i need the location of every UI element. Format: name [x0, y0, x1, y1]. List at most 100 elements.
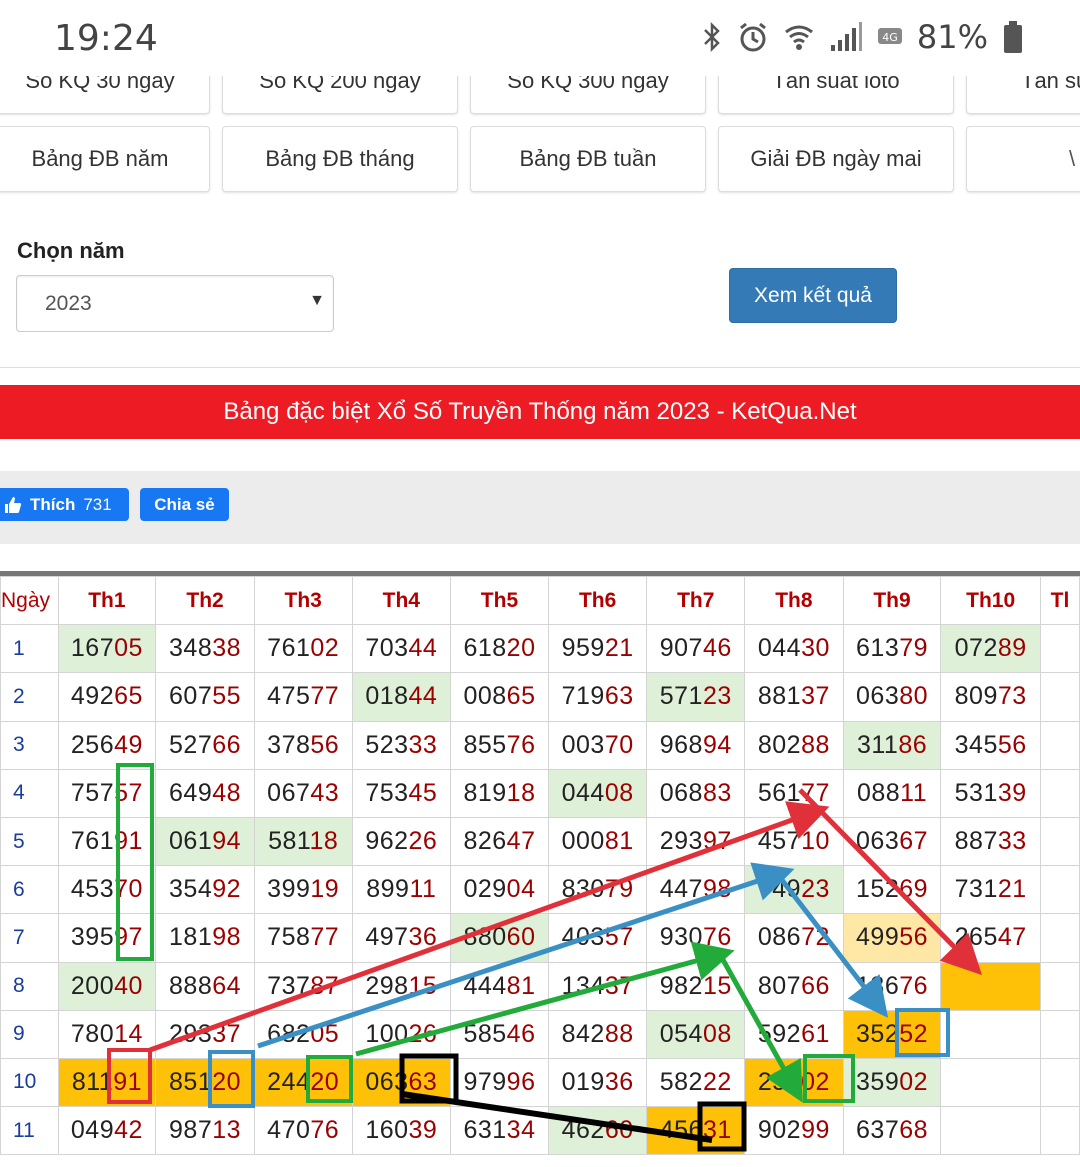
result-cell: 85120: [155, 1057, 255, 1108]
btn-db-tomorrow[interactable]: Giải ĐB ngày mai: [718, 126, 954, 192]
result-cell: 63134: [450, 1106, 549, 1156]
result-cell: 60755: [155, 672, 255, 722]
year-label: Chọn năm: [17, 238, 125, 263]
status-bar-front: 19:24 4G 81%: [0, 0, 1080, 76]
result-cell: 06883: [646, 768, 746, 818]
result-cell: 85576: [450, 720, 549, 770]
result-cell: 04408: [547, 768, 648, 818]
facebook-like-button[interactable]: Thích 731: [0, 488, 129, 521]
result-cell: 44798: [646, 865, 746, 915]
result-cell: 47076: [253, 1106, 353, 1156]
result-cell: 26547: [940, 913, 1041, 963]
result-cell: 01844: [351, 672, 452, 722]
result-cell: [940, 1009, 1041, 1059]
social-bar: Thích 731 Chia sẻ: [0, 471, 1080, 544]
header-month: Th7: [646, 575, 746, 626]
result-cell: 98713: [155, 1106, 255, 1156]
header-month: Th6: [547, 575, 648, 626]
result-cell: 45710: [744, 816, 844, 867]
result-cell: 02904: [450, 865, 549, 915]
btn-db-month[interactable]: Bảng ĐB tháng: [222, 126, 458, 192]
clock-front: 19:24: [54, 18, 158, 59]
result-cell: 05408: [646, 1009, 746, 1059]
day-number: 5: [0, 816, 59, 867]
result-cell: [1039, 768, 1080, 818]
result-cell: 70344: [351, 624, 452, 674]
header-month: Th8: [744, 575, 844, 626]
result-cell: 40357: [547, 913, 648, 963]
svg-text:4G: 4G: [882, 31, 898, 44]
table-header-row: Ngày Th1 Th2 Th3 Th4 Th5 Th6 Th7 Th8 Th9 Th10 Tl: [0, 575, 1080, 626]
header-month: Th4: [351, 575, 452, 626]
facebook-share-button[interactable]: Chia sẻ: [140, 488, 229, 521]
result-cell: 37856: [253, 720, 353, 770]
result-cell: 08811: [842, 768, 942, 818]
wifi-icon: [784, 25, 813, 50]
section-divider: [0, 367, 1080, 368]
btn-more[interactable]: \: [966, 126, 1080, 192]
thumbs-up-icon: [5, 496, 22, 513]
result-cell: 01936: [547, 1057, 648, 1108]
table-row: 3 25649 52766 37856 52333 85576 00370 96894 8028…: [0, 720, 1080, 770]
result-cell: 58222: [646, 1057, 746, 1108]
page-title-banner: Bảng đặc biệt Xổ Số Truyền Thống năm 202…: [0, 385, 1080, 439]
result-cell: 04942: [57, 1106, 157, 1156]
result-cell: 58118: [253, 816, 353, 867]
result-cell: 76102: [253, 624, 353, 674]
battery-level-front: 81%: [916, 18, 988, 56]
result-cell: 25649: [57, 720, 157, 770]
result-cell: 88060: [450, 913, 549, 963]
result-cell: 61379: [842, 624, 942, 674]
result-cell: 97996: [450, 1057, 549, 1108]
header-month: Tl: [1039, 575, 1080, 626]
result-cell: 78014: [57, 1009, 157, 1059]
result-cell: 29337: [155, 1009, 255, 1059]
result-cell: 34838: [155, 624, 255, 674]
result-cell: 82647: [450, 816, 549, 867]
result-cell: 49736: [351, 913, 452, 963]
result-cell: 90746: [646, 624, 746, 674]
signal-icon: [830, 22, 862, 51]
result-cell: 88864: [155, 961, 255, 1011]
btn-db-year[interactable]: Bảng ĐB năm: [0, 126, 210, 192]
result-cell: 15269: [842, 865, 942, 915]
table-row: 9 78014 29337 68205 10026 58546 84288 05408 5926…: [0, 1009, 1080, 1059]
header-month: Th5: [450, 575, 549, 626]
result-cell: 35492: [155, 865, 255, 915]
result-cell: 96894: [646, 720, 746, 770]
result-cell: [940, 1057, 1041, 1108]
result-cell: 20040: [57, 961, 157, 1011]
day-number: 2: [0, 672, 59, 722]
result-cell: 45631: [646, 1106, 746, 1156]
result-cell: 16039: [351, 1106, 452, 1156]
day-number: 4: [0, 768, 59, 818]
result-cell: 84288: [547, 1009, 648, 1059]
result-cell: [1039, 672, 1080, 722]
result-cell: 34556: [940, 720, 1041, 770]
result-cell: 68205: [253, 1009, 353, 1059]
btn-db-week[interactable]: Bảng ĐB tuần: [470, 126, 706, 192]
result-cell: 61820: [450, 624, 549, 674]
result-cell: 53139: [940, 768, 1041, 818]
day-number: 3: [0, 720, 59, 770]
result-cell: 18198: [155, 913, 255, 963]
year-select[interactable]: 2023 ▼: [16, 275, 334, 332]
header-month: Th3: [253, 575, 353, 626]
result-cell: 45370: [57, 865, 157, 915]
result-cell: [1039, 961, 1080, 1011]
special-prize-table: Ngày Th1 Th2 Th3 Th4 Th5 Th6 Th7 Th8 Th9 Th10 Tl 11…: [0, 575, 1080, 1156]
like-label: Thích: [30, 494, 76, 514]
table-row: 10 81191 85120 24420 06363 97996 01936 58222 251…: [0, 1057, 1080, 1108]
result-cell: 39597: [57, 913, 157, 963]
result-cell: 73121: [940, 865, 1041, 915]
result-cell: 13437: [547, 961, 648, 1011]
view-results-button[interactable]: Xem kết quả: [729, 268, 897, 323]
result-cell: 88733: [940, 816, 1041, 867]
table-row: 4 75757 64948 06743 75345 81918 04408 06883 5617…: [0, 768, 1080, 818]
result-cell: 63768: [842, 1106, 942, 1156]
day-number: 10: [0, 1057, 59, 1108]
result-cell: 06367: [842, 816, 942, 867]
result-cell: 06194: [155, 816, 255, 867]
result-cell: 31186: [842, 720, 942, 770]
header-month: Th2: [155, 575, 255, 626]
